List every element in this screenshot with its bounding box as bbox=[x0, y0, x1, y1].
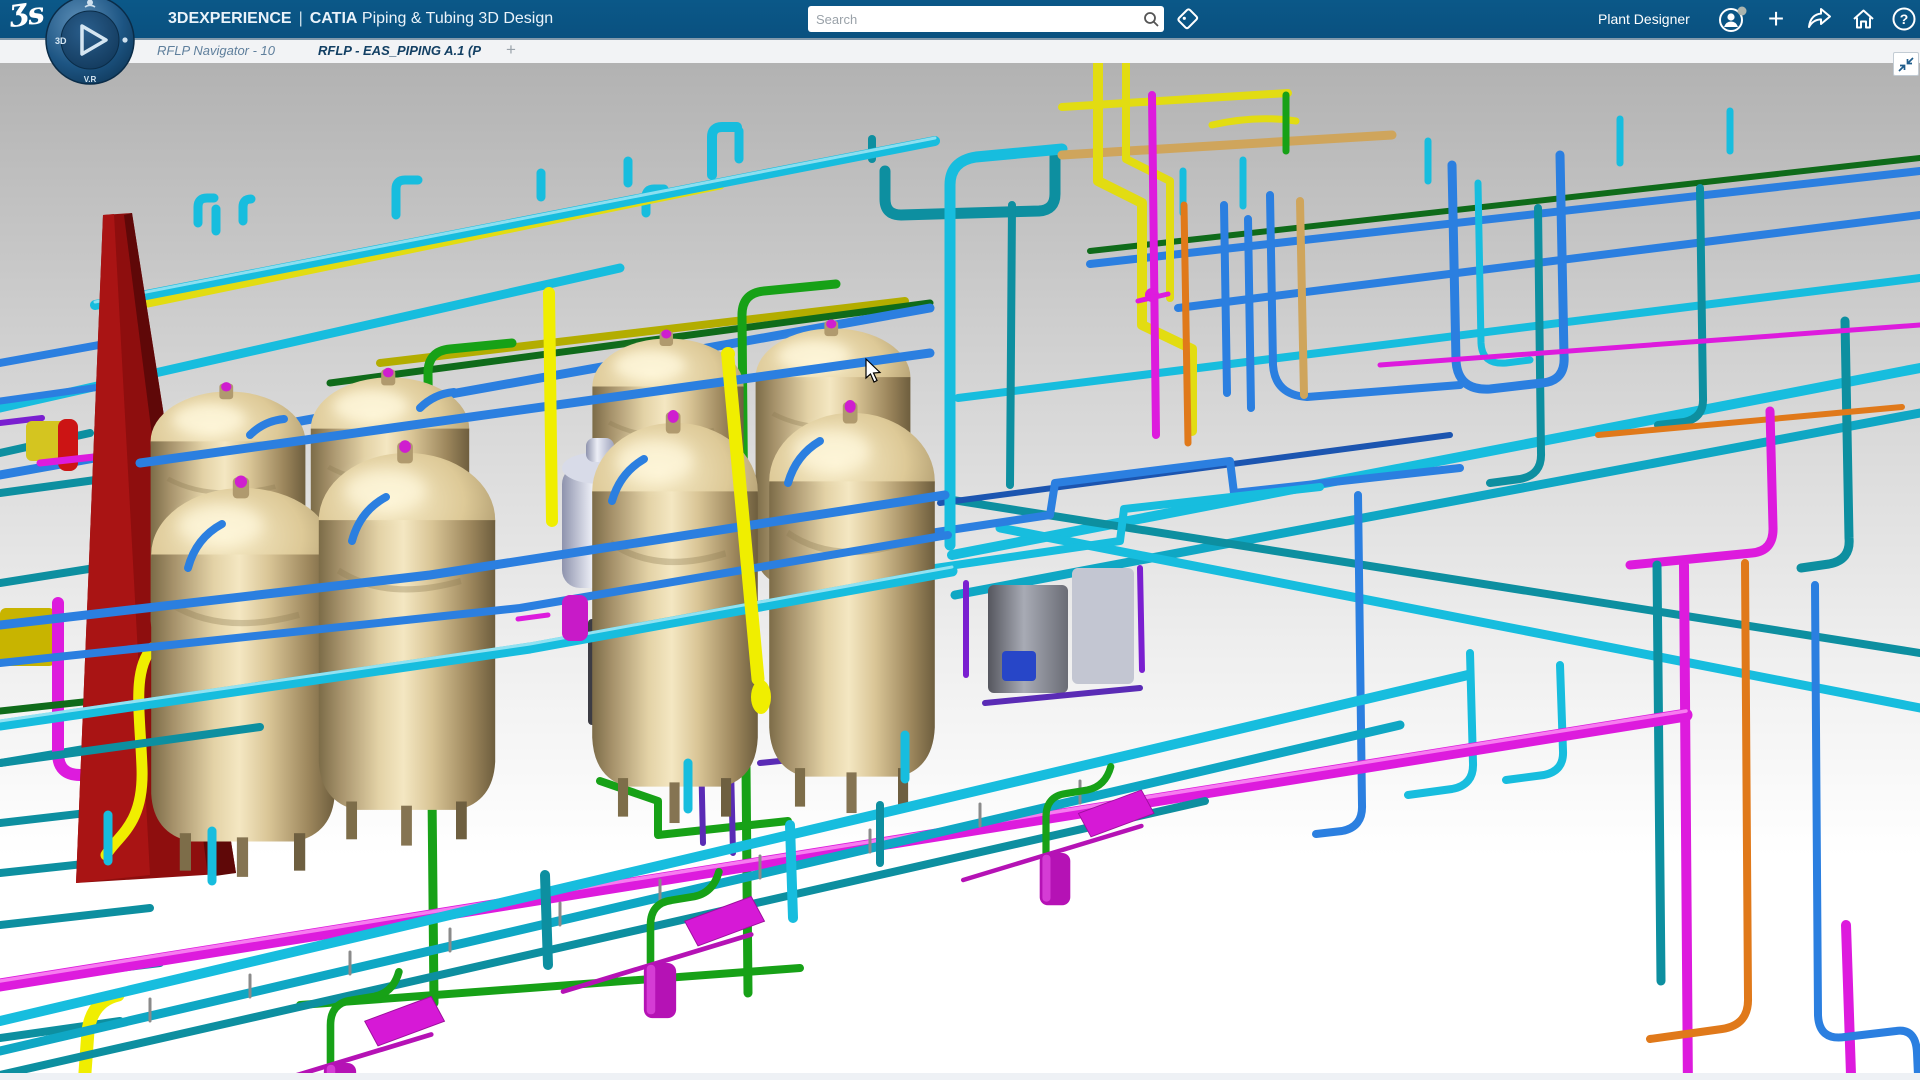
blue-pump bbox=[1002, 651, 1036, 681]
product-name: CATIA bbox=[310, 10, 358, 27]
home-icon[interactable] bbox=[1844, 0, 1882, 38]
search-input[interactable] bbox=[808, 12, 1138, 27]
tab-rflp-eas-piping[interactable]: RFLP - EAS_PIPING A.1 (P bbox=[318, 40, 481, 63]
3ds-logo[interactable]: Ʒs bbox=[8, 0, 45, 35]
share-icon[interactable] bbox=[1800, 0, 1838, 38]
title-divider: | bbox=[299, 10, 303, 27]
user-avatar[interactable] bbox=[1714, 0, 1752, 38]
compass-3d-quadrant-label: 3D bbox=[55, 36, 67, 46]
user-role-label: Plant Designer bbox=[1598, 0, 1690, 38]
avatar-status-badge bbox=[1738, 7, 1747, 16]
app-title: 3DEXPERIENCE | CATIA Piping & Tubing 3D De… bbox=[168, 0, 553, 38]
3dexperience-compass[interactable]: 3D V.R bbox=[44, 0, 136, 91]
fullscreen-toggle-icon[interactable] bbox=[1893, 52, 1919, 76]
search-icon[interactable] bbox=[1138, 6, 1164, 32]
compass-vr-quadrant-label: V.R bbox=[84, 75, 97, 84]
tab-rflp-navigator[interactable]: RFLP Navigator - 10 bbox=[157, 40, 275, 63]
help-icon[interactable]: ? bbox=[1888, 0, 1920, 38]
compass-info-quadrant-icon bbox=[122, 37, 127, 42]
app-name: Piping & Tubing 3D Design bbox=[362, 10, 553, 27]
3d-viewport[interactable] bbox=[0, 63, 1920, 1080]
top-bar: Ʒs 3DEXPERIENCE | CATIA Piping & Tubing 3D… bbox=[0, 0, 1920, 40]
bottom-edge-strip bbox=[0, 1073, 1920, 1080]
piping-3d-scene[interactable] bbox=[0, 63, 1920, 1080]
brand-name: 3DEXPERIENCE bbox=[168, 10, 292, 27]
new-tab-button[interactable]: + bbox=[506, 39, 516, 62]
tag-icon[interactable] bbox=[1170, 0, 1206, 38]
tank bbox=[319, 440, 495, 845]
tab-strip: RFLP Navigator - 10 RFLP - EAS_PIPING A.… bbox=[0, 40, 1920, 63]
search-box[interactable] bbox=[808, 6, 1164, 32]
svg-text:?: ? bbox=[1900, 11, 1909, 27]
add-content-icon[interactable]: + bbox=[1758, 0, 1794, 38]
